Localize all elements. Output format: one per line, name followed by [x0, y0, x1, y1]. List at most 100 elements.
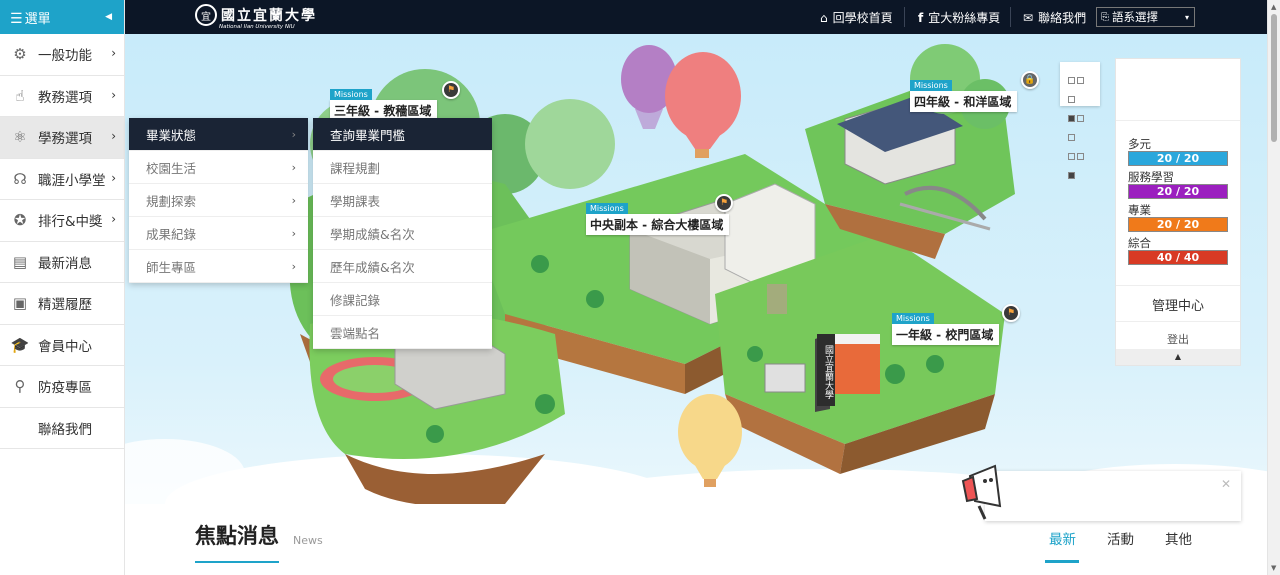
- mail-icon: ✉: [1023, 10, 1034, 25]
- zone-name: 四年級 - 和洋區域: [914, 95, 1012, 109]
- home-icon: ⌂: [820, 10, 828, 25]
- submenu-item-label: 畢業狀態: [146, 127, 197, 143]
- career-icon: ☊: [13, 169, 27, 188]
- submenu-item-planning[interactable]: 規劃探索 ›: [129, 184, 308, 217]
- sidebar-item-epidemic[interactable]: ⚲ 防疫專區: [0, 366, 124, 408]
- hamburger-icon: ☰: [10, 10, 23, 27]
- mission-pin-icon[interactable]: ⚑: [1002, 304, 1020, 322]
- chevron-right-icon: ›: [111, 212, 116, 226]
- stat-bar-service: 20 / 20: [1128, 184, 1228, 199]
- sidebar-item-student-affairs[interactable]: ⚛ 學務選項 ›: [0, 117, 124, 159]
- star-badge-icon: ✪: [13, 211, 27, 230]
- section-subtitle: News: [293, 534, 323, 547]
- pointer-hand-icon: ☝: [15, 86, 25, 105]
- submenu-item-campus-life[interactable]: 校園生活 ›: [129, 151, 308, 184]
- stat-bar-professional: 20 / 20: [1128, 217, 1228, 232]
- tab-latest[interactable]: 最新: [1049, 528, 1076, 548]
- chevron-right-icon: ›: [291, 193, 296, 207]
- zone-label-central[interactable]: Missions 中央副本 - 綜合大樓區域: [586, 203, 730, 235]
- submenu-item-course-planning[interactable]: 課程規劃: [313, 151, 492, 184]
- zone-label-first-year[interactable]: Missions 一年級 - 校門區域: [892, 313, 1000, 345]
- avatar[interactable]: [1116, 59, 1240, 121]
- missions-tag: Missions: [892, 313, 934, 324]
- sidebar-item-contact[interactable]: 聯絡我們: [0, 408, 124, 449]
- collapse-panel-button[interactable]: ▲: [1116, 349, 1240, 365]
- grid-view-button[interactable]: [1060, 62, 1100, 179]
- sidebar-item-label: 最新消息: [38, 255, 92, 272]
- stat-label: 綜合: [1128, 236, 1151, 250]
- submenu-item-label: 查詢畢業門檻: [330, 127, 406, 143]
- scrollbar-thumb[interactable]: [1271, 14, 1277, 142]
- sidebar-item-news[interactable]: ▤ 最新消息: [0, 242, 124, 283]
- collapse-arrow-icon[interactable]: ◀: [105, 12, 112, 22]
- tab-events[interactable]: 活動: [1107, 528, 1134, 548]
- submenu-item-label: 課程規劃: [330, 160, 381, 176]
- sidebar-item-resume[interactable]: ▣ 精選履歷: [0, 283, 124, 325]
- link-label: 宜大粉絲專頁: [928, 11, 1001, 25]
- sidebar-item-member[interactable]: 🎓 會員中心: [0, 325, 124, 366]
- submenu-item-label: 學期成績&名次: [330, 226, 415, 242]
- submenu-student-affairs: 畢業狀態 › 校園生活 › 規劃探索 › 成果紀錄 › 師生專區 ›: [129, 118, 308, 283]
- university-gate-plaque: 國立宜蘭大學: [817, 334, 835, 406]
- zone-label-fourth-year[interactable]: Missions 四年級 - 和洋區域: [910, 80, 1018, 112]
- link-contact[interactable]: ✉ 聯絡我們: [1023, 9, 1086, 26]
- link-school-home[interactable]: ⌂ 回學校首頁: [820, 9, 893, 26]
- top-navbar: 宜 國立宜蘭大學 National Ilan University NIU ⌂ …: [125, 0, 1267, 34]
- sidebar-item-label: 聯絡我們: [38, 421, 92, 438]
- submenu-item-label: 學期課表: [330, 193, 381, 209]
- submenu-item-teacher-student[interactable]: 師生專區 ›: [129, 250, 308, 283]
- lock-icon[interactable]: 🔒: [1021, 71, 1039, 89]
- submenu-item-achievements[interactable]: 成果紀錄 ›: [129, 217, 308, 250]
- chevron-right-icon: ›: [291, 226, 296, 240]
- sidebar-item-label: 排行&中獎: [38, 214, 103, 231]
- scroll-up-icon[interactable]: ▲: [1271, 3, 1276, 11]
- page: Missions 三年級 - 教穡區域 ⚑ Missions 四年級 - 和洋區…: [0, 0, 1280, 575]
- sidebar: ☰ 選單 ◀ ⚙ 一般功能 › ☝ 教務選項 › ⚛ 學務選項 › ☊ 職涯小學堂…: [0, 0, 125, 575]
- close-icon[interactable]: ✕: [1221, 477, 1231, 491]
- sidebar-item-ranking[interactable]: ✪ 排行&中獎 ›: [0, 200, 124, 242]
- menu-toggle[interactable]: ☰ 選單 ◀: [0, 0, 124, 34]
- management-center-link[interactable]: 管理中心: [1116, 295, 1240, 314]
- submenu-item-course-records[interactable]: 修課記錄: [313, 283, 492, 316]
- submenu-item-graduation-status[interactable]: 畢業狀態 ›: [129, 118, 308, 151]
- tab-others[interactable]: 其他: [1165, 528, 1192, 548]
- newspaper-icon: ▤: [12, 252, 28, 271]
- grid-icon: [1067, 70, 1093, 184]
- page-scrollbar[interactable]: ▲ ▼: [1267, 0, 1280, 575]
- submenu-item-cloud-rollcall[interactable]: 雲端點名: [313, 316, 492, 349]
- atom-icon: ⚛: [13, 128, 27, 147]
- missions-tag: Missions: [910, 80, 952, 91]
- zone-name: 一年級 - 校門區域: [896, 328, 994, 342]
- active-tab-indicator: [1045, 560, 1079, 563]
- facebook-icon: f: [918, 10, 924, 25]
- submenu-item-semester-grades[interactable]: 學期成績&名次: [313, 217, 492, 250]
- sidebar-item-general[interactable]: ⚙ 一般功能 ›: [0, 34, 124, 76]
- sidebar-item-label: 一般功能: [38, 48, 92, 65]
- submenu-item-all-grades[interactable]: 歷年成績&名次: [313, 250, 492, 283]
- chevron-right-icon: ›: [111, 87, 116, 102]
- submenu-item-graduation-threshold[interactable]: 查詢畢業門檻: [313, 118, 492, 151]
- submenu-item-label: 歷年成績&名次: [330, 259, 415, 275]
- stat-label: 多元: [1128, 137, 1151, 151]
- language-select[interactable]: ⎘ 語系選擇 ▾: [1096, 7, 1195, 27]
- link-facebook-page[interactable]: f 宜大粉絲專頁: [918, 9, 1000, 26]
- sidebar-item-label: 精選履歷: [38, 297, 92, 314]
- sidebar-item-academic[interactable]: ☝ 教務選項 ›: [0, 76, 124, 117]
- chevron-right-icon: ›: [111, 129, 116, 143]
- link-label: 回學校首頁: [832, 11, 893, 25]
- mission-pin-icon[interactable]: ⚑: [715, 194, 733, 212]
- sidebar-item-career[interactable]: ☊ 職涯小學堂 ›: [0, 159, 124, 200]
- logout-link[interactable]: 登出: [1116, 331, 1240, 347]
- missions-tag: Missions: [330, 89, 372, 100]
- sidebar-item-label: 防疫專區: [38, 380, 92, 397]
- submenu-item-semester-schedule[interactable]: 學期課表: [313, 184, 492, 217]
- scroll-down-icon[interactable]: ▼: [1271, 564, 1276, 572]
- zone-name: 中央副本 - 綜合大樓區域: [590, 218, 724, 232]
- mission-pin-icon[interactable]: ⚑: [442, 81, 460, 99]
- mascot-popup: ✕: [961, 464, 1241, 521]
- search-icon: ⚲: [14, 377, 26, 396]
- section-title: 焦點消息: [195, 524, 279, 548]
- submenu-item-label: 修課記錄: [330, 292, 381, 308]
- university-logo[interactable]: 宜 國立宜蘭大學 National Ilan University NIU: [195, 4, 317, 30]
- title-underline: [195, 561, 279, 563]
